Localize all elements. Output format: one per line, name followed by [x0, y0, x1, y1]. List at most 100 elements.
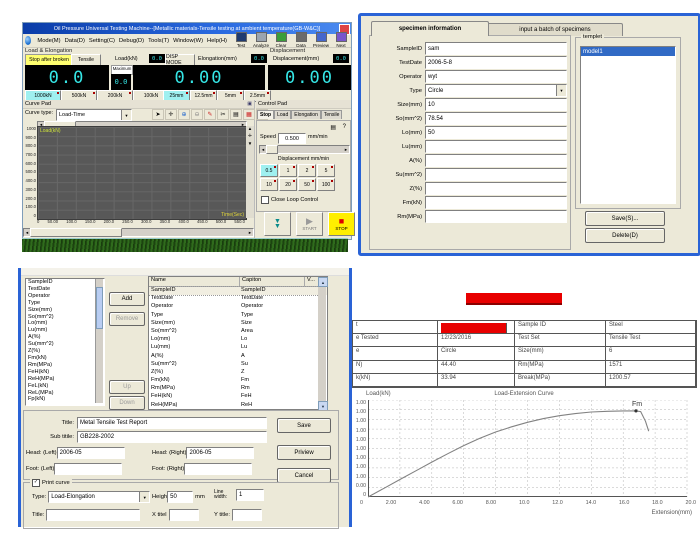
pen-icon[interactable]: ✎ — [204, 109, 216, 120]
list-item[interactable]: ReL(MPa) — [26, 390, 104, 397]
field-input[interactable]: sam — [425, 42, 567, 55]
foot-left-input[interactable] — [54, 463, 122, 475]
menu-item[interactable]: Data(D) — [63, 38, 87, 44]
zoom-cross-icon[interactable]: ✛ — [248, 133, 252, 139]
list-item[interactable]: FeL(kN) — [26, 383, 104, 390]
table-row[interactable]: FeH(kN) FeH — [149, 393, 327, 401]
scroll-thumb[interactable] — [30, 228, 122, 237]
list-item[interactable]: A(%) — [26, 334, 104, 341]
head-left-input[interactable]: 2006-05 — [57, 447, 125, 459]
speed-preset-button[interactable]: 10 — [260, 178, 278, 191]
field-input[interactable]: 78.54 — [425, 112, 567, 125]
head-right-input[interactable]: 2006-05 — [186, 447, 254, 459]
print-icon[interactable]: ▤ — [230, 109, 242, 120]
table-row[interactable]: Operator Operator — [149, 303, 327, 311]
list-item[interactable]: Fp(kN) — [26, 396, 104, 403]
cursor-icon[interactable]: ➤ — [152, 109, 164, 120]
print-curve-checkbox[interactable]: ✓ Print curve — [30, 479, 72, 487]
field-input[interactable]: wyt — [425, 70, 567, 83]
save-button[interactable]: Save(S)... — [585, 211, 665, 226]
height-input[interactable]: 50 — [167, 491, 193, 503]
y-title-input[interactable] — [232, 509, 262, 521]
list-item[interactable]: Z(%) — [26, 348, 104, 355]
menu-item[interactable]: Window(W) — [171, 38, 205, 44]
close-loop-checkbox[interactable]: Close Loop Control — [261, 196, 318, 204]
speed-preset-button[interactable]: 1 — [279, 164, 297, 177]
templet-list-item[interactable]: model1 — [581, 47, 675, 56]
foot-right-input[interactable] — [184, 463, 252, 475]
subtitle-input[interactable]: GB228-2002 — [77, 431, 267, 443]
title-input[interactable]: Metal Tensile Test Report — [77, 417, 267, 429]
chevron-down-icon[interactable]: ▼ — [121, 110, 131, 120]
table-row[interactable]: Type Type — [149, 312, 327, 320]
toolbar-button[interactable]: Test — [231, 32, 251, 49]
table-row[interactable]: Size(mm) Size — [149, 320, 327, 328]
scroll-up-icon[interactable]: ▲ — [248, 126, 252, 131]
checkbox-checked-icon[interactable]: ✓ — [32, 479, 40, 487]
slider-right-icon[interactable]: ► — [343, 147, 349, 152]
field-input[interactable]: 10 — [425, 98, 567, 111]
remove-button[interactable]: Remove — [109, 312, 145, 326]
speed-preset-button[interactable]: 0.5 — [260, 164, 278, 177]
table-row[interactable]: Su(mm^2) Su — [149, 361, 327, 369]
speed-value-field[interactable]: 0.500 — [278, 133, 306, 144]
curve-title-input[interactable] — [46, 509, 140, 521]
grid-icon[interactable]: ▦ — [243, 109, 255, 120]
cut-icon[interactable]: ✂ — [217, 109, 229, 120]
list-item[interactable]: Type — [26, 300, 104, 307]
line-width-input[interactable]: 1 — [236, 489, 264, 501]
scroll-down-icon[interactable]: ▼ — [248, 141, 252, 146]
print-icon[interactable]: ▤ — [330, 124, 336, 131]
field-input[interactable] — [425, 210, 567, 223]
stop-button[interactable]: ■ STOP — [328, 212, 355, 236]
list-item[interactable]: Operator — [26, 293, 104, 300]
x-title-input[interactable] — [169, 509, 199, 521]
save-button[interactable]: Save — [277, 418, 331, 433]
list-item[interactable]: FeH(kN) — [26, 369, 104, 376]
speed-preset-button[interactable]: 50 — [298, 178, 316, 191]
listbox-scrollbar[interactable] — [95, 279, 103, 403]
help-icon[interactable]: ? — [343, 124, 346, 130]
field-input[interactable] — [425, 140, 567, 153]
list-item[interactable]: Lo(mm) — [26, 320, 104, 327]
speed-preset-button[interactable]: 5 — [317, 164, 335, 177]
panel-pin-icon[interactable]: ▣ — [247, 101, 252, 107]
table-row[interactable]: Lu(mm) Lu — [149, 344, 327, 352]
field-input[interactable]: Circle — [425, 84, 567, 97]
curve-plot-area[interactable]: Load(kN) Time(Sec) — [37, 126, 247, 220]
zoom-out-icon[interactable]: ⊖ — [191, 109, 203, 120]
toolbar-button[interactable]: Data — [291, 32, 311, 49]
checkbox-icon[interactable] — [261, 196, 269, 204]
table-row[interactable]: ReH(MPa) ReH — [149, 402, 327, 410]
menu-item[interactable]: Mode(M) — [35, 38, 62, 44]
table-row[interactable]: SampleID SampleID — [149, 287, 327, 295]
toolbar-button[interactable]: Preview — [311, 32, 331, 49]
jog-down-button[interactable]: ▼▼ — [264, 212, 291, 236]
table-scrollbar[interactable]: ▲ ▼ — [318, 277, 326, 407]
toolbar-button[interactable]: Clear — [271, 32, 291, 49]
cancel-button[interactable]: Cancel — [277, 468, 331, 483]
slider-thumb[interactable] — [266, 145, 278, 154]
table-row[interactable]: Lo(mm) Lo — [149, 336, 327, 344]
toolbar-button[interactable]: Next — [331, 32, 351, 49]
list-item[interactable]: Rm(MPa) — [26, 362, 104, 369]
list-item[interactable]: Fm(kN) — [26, 355, 104, 362]
tab-specimen-information[interactable]: specimen information — [371, 21, 489, 36]
plot-horizontal-scrollbar[interactable]: ◄ ► — [23, 228, 254, 237]
table-row[interactable]: So(mm^2) Area — [149, 328, 327, 336]
toolbar-button[interactable]: Analyze — [251, 32, 271, 49]
control-pad-tab[interactable]: Stop — [257, 110, 274, 119]
field-input[interactable] — [425, 182, 567, 195]
speed-slider[interactable]: ◄ ► — [259, 145, 350, 154]
list-item[interactable]: ReH(MPa) — [26, 376, 104, 383]
preview-button[interactable]: Priview — [277, 445, 331, 460]
down-button[interactable]: Down — [109, 396, 145, 410]
table-row[interactable]: A(%) A — [149, 353, 327, 361]
speed-preset-button[interactable]: 100 — [317, 178, 335, 191]
column-header-name[interactable]: Name — [149, 277, 240, 286]
templet-listbox[interactable]: model1 — [580, 46, 676, 204]
start-button[interactable]: ▶ START — [296, 212, 323, 236]
menu-item[interactable]: Tools(T) — [146, 38, 171, 44]
scroll-right-icon[interactable]: ► — [247, 230, 253, 235]
curve-type-dropdown[interactable]: Load-Time ▼ — [56, 109, 132, 121]
